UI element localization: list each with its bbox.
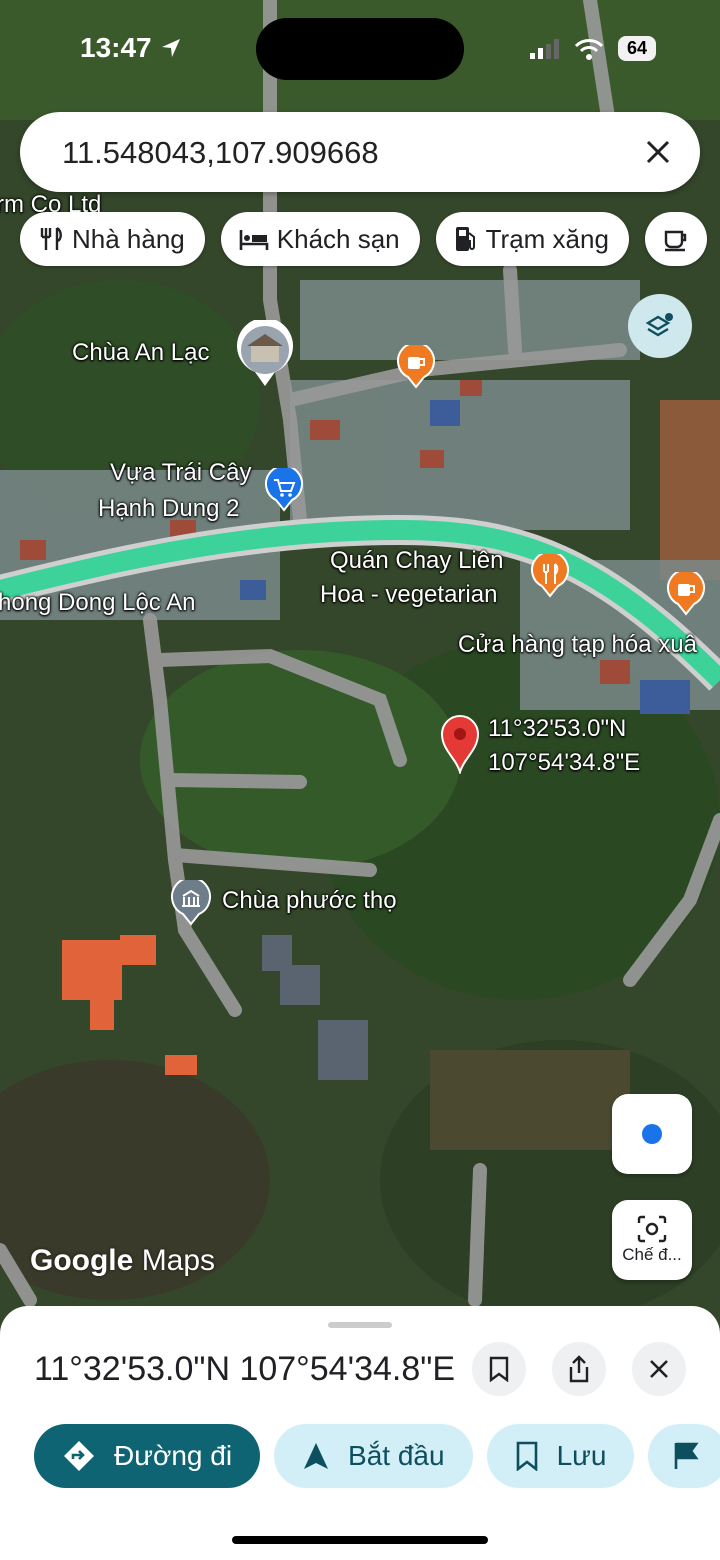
coffee-icon <box>664 230 687 252</box>
chip-coffee[interactable] <box>644 212 707 266</box>
close-icon <box>650 1360 668 1378</box>
dynamic-island <box>256 18 464 80</box>
flag-icon <box>675 1442 699 1469</box>
coffee-pin-icon[interactable] <box>396 341 436 394</box>
coffee-pin-icon[interactable] <box>666 568 706 621</box>
dropped-pin-icon[interactable] <box>438 712 482 779</box>
restaurant-pin-icon[interactable] <box>530 550 570 603</box>
map-label[interactable]: hong Dong Lộc An <box>0 588 196 618</box>
chip-gas-stations[interactable]: Trạm xăng <box>435 212 629 266</box>
hotel-icon <box>239 230 269 250</box>
restaurant-icon <box>40 226 62 250</box>
map-label[interactable]: Hoa - vegetarian <box>320 580 497 610</box>
gas-station-icon <box>455 227 475 251</box>
map-label[interactable]: Chùa phước thọ <box>222 886 397 916</box>
signal-icon <box>530 38 559 59</box>
share-icon <box>569 1355 589 1383</box>
close-icon[interactable] <box>638 132 678 172</box>
bookmark-icon <box>489 1356 509 1382</box>
label-button[interactable] <box>648 1424 720 1488</box>
status-time: 13:47 <box>80 32 182 64</box>
layers-button[interactable] <box>628 294 692 358</box>
layers-icon <box>645 313 673 337</box>
start-navigation-button[interactable]: Bắt đầu <box>274 1424 473 1488</box>
status-bar: 13:47 64 <box>0 0 720 100</box>
share-button[interactable] <box>552 1342 606 1396</box>
directions-icon <box>64 1441 94 1471</box>
close-sheet-button[interactable] <box>632 1342 686 1396</box>
directions-button[interactable]: Đường đi <box>34 1424 261 1488</box>
pin-latitude-label: 11°32'53.0"N <box>488 715 627 742</box>
home-indicator <box>232 1536 488 1544</box>
location-arrow-icon <box>161 39 180 57</box>
place-bottom-sheet[interactable]: 11°32'53.0"N 107°54'34.8"E Đường đi Bắt … <box>0 1306 720 1560</box>
map-label[interactable]: Cửa hàng tạp hóa xuâ <box>458 630 697 660</box>
landmark-pin-icon[interactable] <box>170 876 212 931</box>
navigate-arrow-icon <box>304 1443 329 1469</box>
sheet-drag-handle[interactable] <box>328 1322 392 1328</box>
chip-restaurants[interactable]: Nhà hàng <box>20 212 205 266</box>
wifi-icon <box>574 38 604 60</box>
place-title: 11°32'53.0"N 107°54'34.8"E <box>34 1350 455 1388</box>
lens-mode-label: Chế đ... <box>622 1245 682 1264</box>
chip-hotels[interactable]: Khách sạn <box>220 212 420 266</box>
search-bar[interactable] <box>20 112 700 194</box>
location-dot-icon <box>642 1124 662 1144</box>
battery-indicator: 64 <box>618 36 656 61</box>
map-label[interactable]: Hạnh Dung 2 <box>98 494 239 524</box>
category-chips: Nhà hàng Khách sạn Trạm xăng <box>20 212 707 266</box>
pin-longitude-label: 107°54'34.8"E <box>488 749 641 776</box>
my-location-button[interactable] <box>612 1094 692 1174</box>
camera-lens-icon <box>637 1215 667 1243</box>
map-label[interactable]: Quán Chay Liên <box>330 546 503 576</box>
save-icon-button[interactable] <box>472 1342 526 1396</box>
bookmark-icon <box>516 1441 537 1471</box>
google-maps-logo: Google Maps <box>30 1244 216 1277</box>
map-label[interactable]: Vựa Trái Cây <box>110 458 251 488</box>
save-button[interactable]: Lưu <box>486 1424 635 1488</box>
temple-photo-pin[interactable] <box>235 317 295 393</box>
shopping-cart-pin-icon[interactable] <box>264 464 304 517</box>
lens-mode-button[interactable]: Chế đ... <box>612 1200 692 1280</box>
search-input[interactable] <box>60 112 624 194</box>
map-label[interactable]: Chùa An Lạc <box>72 338 209 368</box>
